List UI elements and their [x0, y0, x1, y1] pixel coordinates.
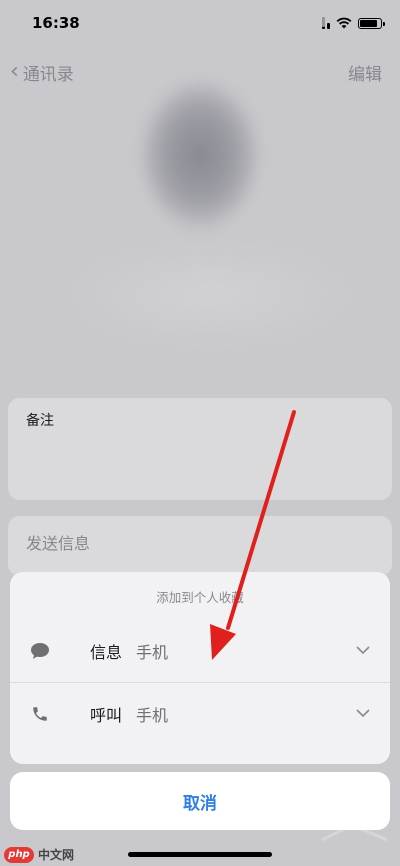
site-watermark: php 中文网 — [4, 846, 74, 863]
watermark-pattern — [311, 783, 388, 842]
phone-icon — [30, 704, 50, 724]
php-logo: php — [4, 846, 34, 863]
sheet-title: 添加到个人收藏 — [156, 590, 244, 605]
chevron-down-icon — [356, 643, 370, 659]
watermark-text: 中文网 — [38, 848, 75, 862]
sheet-row-label: 呼叫 — [90, 706, 123, 725]
php-logo-text: php — [8, 849, 30, 860]
chevron-down-icon — [356, 706, 370, 722]
sheet-row-detail: 手机 — [136, 706, 169, 725]
home-indicator[interactable] — [128, 852, 272, 857]
cancel-label: 取消 — [183, 793, 217, 814]
sheet-row-call[interactable]: 呼叫 手机 — [0, 683, 400, 745]
sheet-row-message[interactable]: 信息 手机 — [0, 620, 400, 682]
sheet-row-detail: 手机 — [136, 643, 169, 662]
sheet-row-label: 信息 — [90, 643, 123, 662]
message-bubble-icon — [30, 641, 50, 661]
contact-detail-screen: 16:38 ‹ 通讯录 编辑 备注 发送信息 添加到个人收藏 信息 手机 呼叫 … — [0, 0, 400, 866]
